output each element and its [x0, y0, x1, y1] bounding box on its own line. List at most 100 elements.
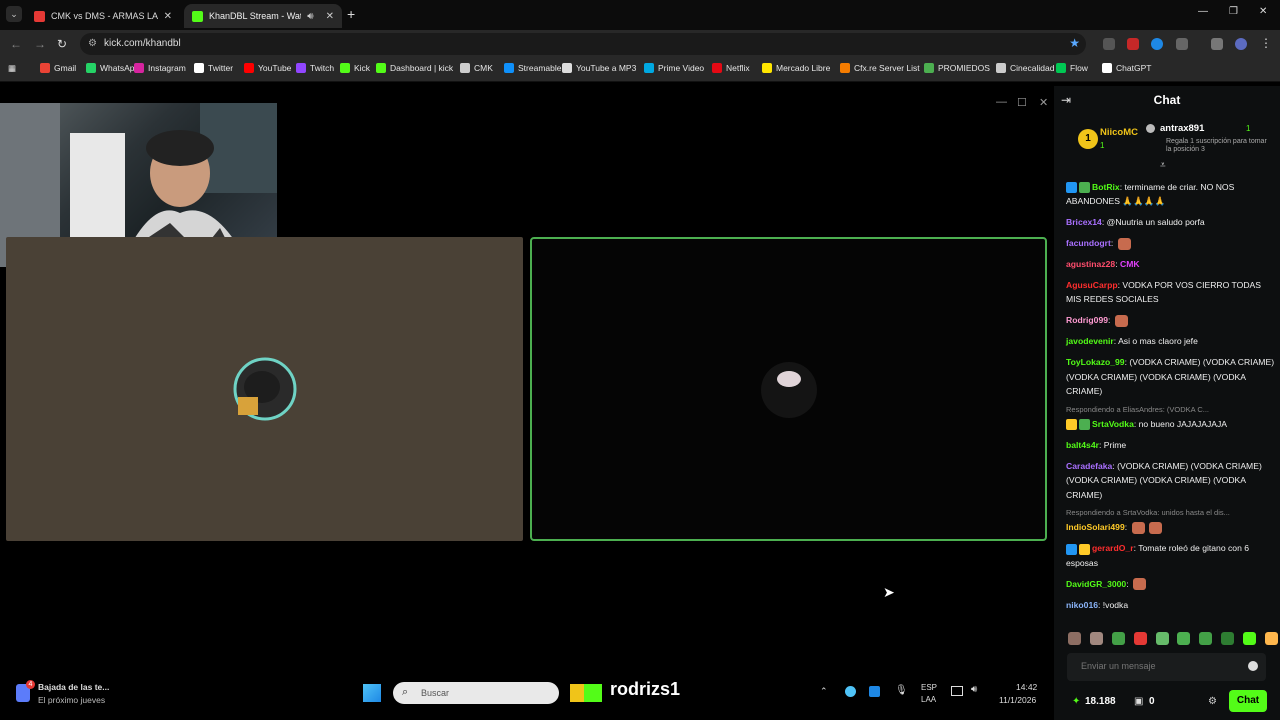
close-window-button[interactable]: ✕: [1259, 6, 1267, 17]
bookmark-item[interactable]: Cinecalidad: [996, 63, 1054, 73]
send-chat-button[interactable]: Chat: [1229, 690, 1267, 712]
extension-icon[interactable]: [1103, 38, 1115, 50]
puzzle-icon[interactable]: [1176, 38, 1188, 50]
site-info-icon[interactable]: ⚙: [88, 38, 97, 49]
media-icon[interactable]: [1211, 38, 1223, 50]
emote-icon: [1117, 237, 1131, 250]
bookmark-item[interactable]: Netflix: [712, 63, 750, 73]
emote-icon[interactable]: [1243, 632, 1256, 645]
close-icon[interactable]: ✕: [1039, 96, 1048, 109]
tab-search-button[interactable]: ⌄: [6, 6, 22, 22]
forward-button[interactable]: →: [34, 37, 46, 51]
apps-icon[interactable]: ▦: [8, 63, 16, 74]
bookmark-label: Streamable: [518, 63, 562, 73]
profile-avatar[interactable]: [1235, 38, 1247, 50]
menu-icon[interactable]: ⋮: [1260, 36, 1272, 50]
bookmark-item[interactable]: YouTube a MP3: [562, 63, 636, 73]
points-icon[interactable]: ✦: [1072, 696, 1080, 707]
chat-username[interactable]: niko016: [1066, 600, 1098, 610]
chat-username[interactable]: gerardO_r: [1092, 543, 1134, 553]
taskbar-search[interactable]: ⌕ Buscar: [393, 682, 559, 704]
bookmark-item[interactable]: ChatGPT: [1102, 63, 1151, 73]
bookmark-item[interactable]: CMK: [460, 63, 493, 73]
url-text[interactable]: kick.com/khandbl: [104, 38, 181, 49]
bookmark-item[interactable]: Twitch: [296, 63, 334, 73]
chat-username[interactable]: SrtaVodka: [1092, 419, 1134, 429]
extension-icon[interactable]: [1127, 38, 1139, 50]
chat-username[interactable]: Caradefaka: [1066, 461, 1112, 471]
emote-icon: [1131, 522, 1145, 535]
bookmark-item[interactable]: Dashboard | kick: [376, 63, 453, 73]
minimize-icon[interactable]: —: [996, 96, 1007, 108]
tab-khandbl[interactable]: KhanDBL Stream - Watch L 🔊︎ ✕: [184, 4, 342, 28]
gift-icon[interactable]: ▣: [1134, 696, 1143, 707]
chat-username[interactable]: DavidGR_3000: [1066, 579, 1126, 589]
chat-input[interactable]: [1081, 661, 1241, 671]
bookmark-item[interactable]: Streamable: [504, 63, 561, 73]
microphone-icon[interactable]: 🎙︎: [895, 685, 908, 696]
maximize-button[interactable]: ❐: [1229, 6, 1238, 17]
extension-icon[interactable]: [1151, 38, 1163, 50]
keyboard-layout[interactable]: LAA: [921, 695, 936, 704]
chat-username[interactable]: facundogrt: [1066, 238, 1111, 248]
emote-icon[interactable]: [1264, 632, 1278, 645]
points-count[interactable]: 18.188: [1085, 696, 1116, 707]
bookmark-item[interactable]: Twitter: [194, 63, 233, 73]
chat-username[interactable]: ToyLokazo_99: [1066, 357, 1125, 367]
minimize-button[interactable]: —: [1198, 6, 1208, 17]
back-button[interactable]: ←: [10, 37, 22, 51]
chat-username[interactable]: agustinaz28: [1066, 259, 1115, 269]
emote-icon[interactable]: [1068, 632, 1081, 645]
close-icon[interactable]: ✕: [326, 11, 334, 22]
bookmark-item[interactable]: PROMIEDOS: [924, 63, 990, 73]
bookmark-item[interactable]: Cfx.re Server List: [840, 63, 920, 73]
speaker-icon[interactable]: 🔊︎: [307, 11, 313, 22]
tray-chevron-icon[interactable]: ⌃: [820, 686, 828, 697]
chat-username[interactable]: BotRix: [1092, 182, 1120, 192]
clock-date[interactable]: 11/1/2026: [999, 695, 1036, 705]
bookmark-item[interactable]: WhatsApp: [86, 63, 139, 73]
chat-username[interactable]: Bricex14: [1066, 217, 1102, 227]
bookmark-item[interactable]: Instagram: [134, 63, 186, 73]
bookmark-item[interactable]: Kick: [340, 63, 370, 73]
kick-app-icon[interactable]: [584, 684, 602, 702]
chat-username[interactable]: balt4s4r: [1066, 440, 1099, 450]
tray-app-icon[interactable]: [845, 686, 856, 697]
language-indicator[interactable]: ESP: [921, 683, 937, 692]
address-bar[interactable]: ⚙ kick.com/khandbl ★: [80, 33, 1086, 55]
chat-username[interactable]: javodevenir: [1066, 336, 1114, 346]
bookmark-item[interactable]: Mercado Libre: [762, 63, 830, 73]
windows-start-icon[interactable]: [363, 684, 381, 702]
chat-username[interactable]: AgusuCarpp: [1066, 280, 1118, 290]
weather-title[interactable]: Bajada de las te...: [38, 682, 109, 692]
tab-cmk[interactable]: CMK vs DMS - ARMAS LARGAS ✕: [26, 4, 180, 28]
reload-button[interactable]: ↻: [57, 37, 67, 51]
emote-icon[interactable]: [1089, 632, 1103, 645]
bookmark-item[interactable]: Flow: [1056, 63, 1088, 73]
bookmark-star-icon[interactable]: ★: [1069, 36, 1080, 50]
clock-time[interactable]: 14:42: [1016, 682, 1037, 692]
network-icon[interactable]: [951, 686, 963, 696]
gift-count[interactable]: 0: [1149, 696, 1155, 707]
leader-username[interactable]: NiicoMC: [1100, 127, 1138, 138]
bookmark-item[interactable]: YouTube: [244, 63, 291, 73]
emote-icon[interactable]: [1133, 632, 1147, 645]
second-username[interactable]: antrax891: [1160, 123, 1204, 134]
settings-gear-icon[interactable]: ⚙: [1208, 696, 1217, 707]
bookmark-item[interactable]: Gmail: [40, 63, 76, 73]
new-tab-button[interactable]: +: [347, 6, 355, 22]
emote-icon[interactable]: [1221, 632, 1235, 645]
tray-app-icon[interactable]: [869, 686, 880, 697]
bookmark-item[interactable]: Prime Video: [644, 63, 704, 73]
scroll-down-icon[interactable]: ⩡: [1160, 160, 1166, 171]
emoji-picker-icon[interactable]: [1248, 661, 1258, 671]
close-icon[interactable]: ✕: [164, 11, 172, 22]
maximize-icon[interactable]: ☐: [1017, 96, 1027, 109]
emote-icon[interactable]: [1177, 632, 1191, 645]
volume-icon[interactable]: 🔊︎: [971, 684, 977, 695]
chat-username[interactable]: Rodrig099: [1066, 315, 1108, 325]
chat-username[interactable]: IndioSolari499: [1066, 522, 1125, 532]
emote-icon[interactable]: [1155, 632, 1169, 645]
emote-icon[interactable]: [1111, 632, 1125, 645]
emote-icon[interactable]: [1199, 632, 1213, 645]
